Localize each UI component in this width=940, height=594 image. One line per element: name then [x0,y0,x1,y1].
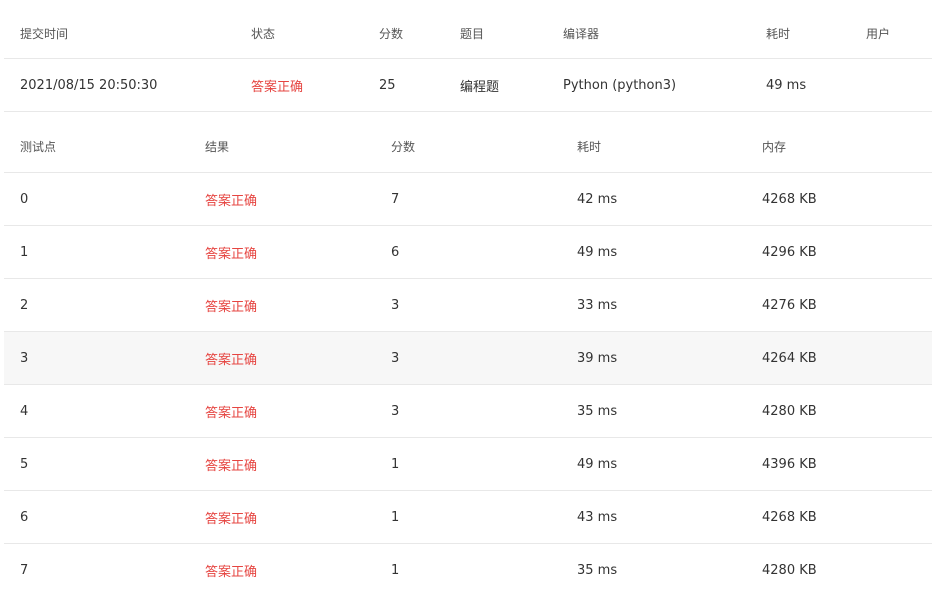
table-row-hovered: 3 答案正确 3 39 ms 4264 KB [4,332,932,385]
case-time: 35 ms [577,562,618,578]
header-case-time: 耗时 [577,139,602,154]
case-id: 6 [20,509,29,525]
header-time: 耗时 [766,26,791,41]
header-result: 结果 [205,139,230,154]
test-case-table: 测试点 结果 分数 耗时 内存 0 答案正确 7 42 ms 4268 KB 1… [4,120,932,594]
case-id: 7 [20,562,29,578]
case-memory: 4268 KB [762,191,817,207]
header-score: 分数 [379,26,404,41]
header-status: 状态 [251,26,276,41]
table-row: 7 答案正确 1 35 ms 4280 KB [4,544,932,594]
problem-link[interactable]: 编程题 [460,59,499,111]
summary-data-row: 2021/08/15 20:50:30 答案正确 25 编程题 Python (… [4,59,932,112]
case-memory: 4296 KB [762,244,817,260]
submit-time: 2021/08/15 20:50:30 [20,77,158,93]
header-problem: 题目 [460,26,485,41]
case-score: 1 [391,509,400,525]
case-time: 43 ms [577,509,618,525]
case-id: 5 [20,456,29,472]
case-result: 答案正确 [205,511,258,527]
case-memory: 4276 KB [762,297,817,313]
case-score: 1 [391,562,400,578]
case-score: 3 [391,403,400,419]
case-result: 答案正确 [205,352,258,368]
summary-header-row: 提交时间 状态 分数 题目 编译器 耗时 用户 [4,8,932,59]
case-result: 答案正确 [205,299,258,315]
header-user: 用户 [866,26,891,41]
case-score: 6 [391,244,400,260]
submission-detail-page: 提交时间 状态 分数 题目 编译器 耗时 用户 2021/08/15 20:50… [0,0,940,594]
case-time: 49 ms [577,244,618,260]
case-score: 1 [391,456,400,472]
header-case-score: 分数 [391,139,416,154]
table-row: 1 答案正确 6 49 ms 4296 KB [4,226,932,279]
case-memory: 4264 KB [762,350,817,366]
table-row: 5 答案正确 1 49 ms 4396 KB [4,438,932,491]
compiler-name: Python (python3) [563,77,677,93]
case-score: 3 [391,297,400,313]
case-time: 42 ms [577,191,618,207]
case-memory: 4268 KB [762,509,817,525]
case-id: 4 [20,403,29,419]
case-result: 答案正确 [205,246,258,262]
case-memory: 4396 KB [762,456,817,472]
case-memory: 4280 KB [762,562,817,578]
case-result: 答案正确 [205,405,258,421]
status-badge: 答案正确 [251,79,304,95]
case-result: 答案正确 [205,564,258,580]
case-id: 3 [20,350,29,366]
header-case: 测试点 [20,139,57,154]
case-score: 7 [391,191,400,207]
header-memory: 内存 [762,139,787,154]
total-time: 49 ms [766,77,807,93]
case-score: 3 [391,350,400,366]
case-id: 0 [20,191,29,207]
case-result: 答案正确 [205,458,258,474]
total-score: 25 [379,77,396,93]
case-result: 答案正确 [205,193,258,209]
case-id: 1 [20,244,29,260]
submission-summary-table: 提交时间 状态 分数 题目 编译器 耗时 用户 2021/08/15 20:50… [4,8,932,112]
header-submit-time: 提交时间 [20,26,69,41]
cases-header-row: 测试点 结果 分数 耗时 内存 [4,120,932,173]
table-row: 2 答案正确 3 33 ms 4276 KB [4,279,932,332]
case-time: 35 ms [577,403,618,419]
case-memory: 4280 KB [762,403,817,419]
case-time: 49 ms [577,456,618,472]
table-row: 6 答案正确 1 43 ms 4268 KB [4,491,932,544]
header-compiler: 编译器 [563,26,600,41]
table-row: 0 答案正确 7 42 ms 4268 KB [4,173,932,226]
case-id: 2 [20,297,29,313]
table-row: 4 答案正确 3 35 ms 4280 KB [4,385,932,438]
case-time: 33 ms [577,297,618,313]
case-time: 39 ms [577,350,618,366]
